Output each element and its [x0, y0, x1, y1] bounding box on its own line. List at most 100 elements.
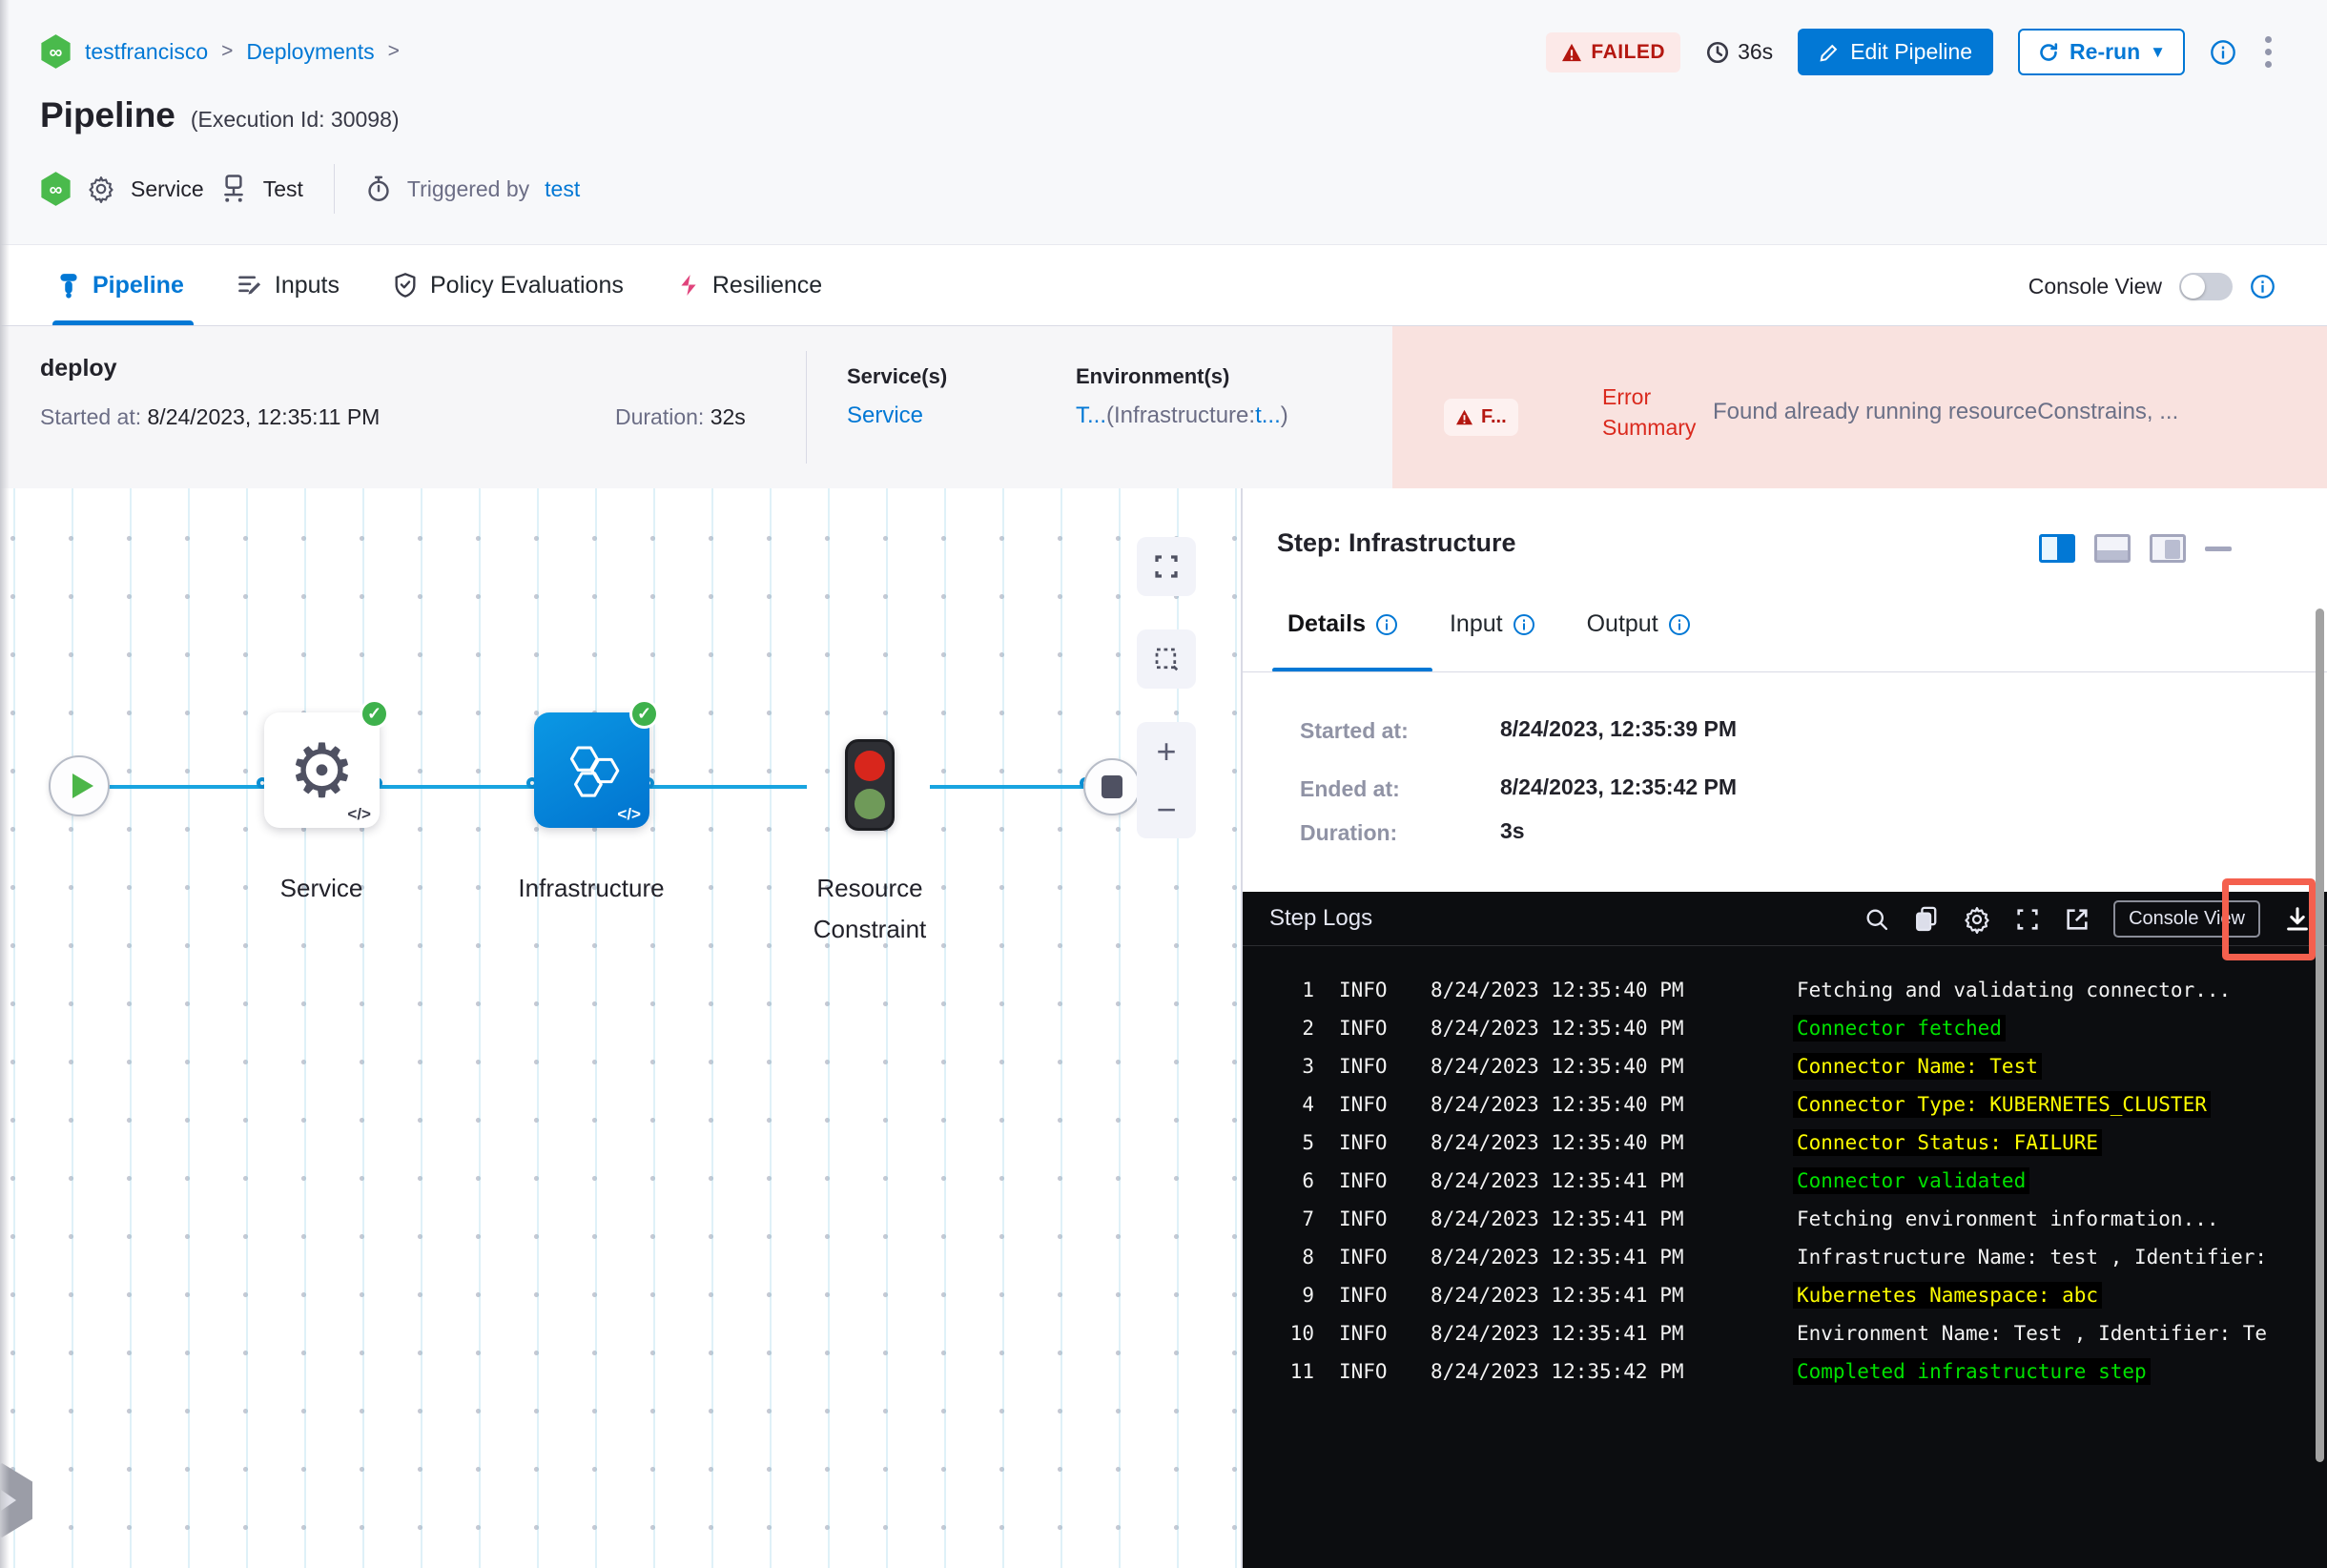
gear-icon [89, 176, 113, 203]
log-timestamp: 8/24/2023 12:35:41 PM [1431, 1169, 1684, 1192]
tab-output[interactable]: Output [1587, 610, 1691, 638]
canvas-fullscreen-button[interactable] [1137, 537, 1196, 596]
infrastructure-icon [569, 745, 619, 797]
log-message: Environment Name: Test , Identifier: Te [1797, 1322, 2268, 1345]
service-name[interactable]: Service [131, 176, 204, 202]
log-fullscreen-button[interactable] [2014, 906, 2041, 933]
step-logs-title: Step Logs [1269, 905, 1373, 931]
pencil-icon [1820, 44, 1838, 62]
layout-bottom-split-button[interactable] [2094, 534, 2131, 563]
layout-floating-button[interactable] [2150, 534, 2186, 563]
divider [333, 164, 335, 214]
pipeline-canvas[interactable]: ⚙ ✓ </> ✓ </> Service Infrastructure Res… [0, 488, 1242, 1568]
log-message: Infrastructure Name: test , Identifier: [1797, 1246, 2268, 1269]
service-link[interactable]: Service [847, 402, 923, 428]
tab-inputs[interactable]: Inputs [237, 245, 340, 325]
log-level: INFO [1339, 1093, 1388, 1116]
log-line-number: 7 [1302, 1207, 1314, 1230]
log-line: 11 INFO 8/24/2023 12:35:42 PM Completed inf… [1243, 1352, 2327, 1391]
environment-value: T...(Infrastructure:t...) [1076, 402, 1288, 428]
node-infrastructure[interactable]: ✓ </> [534, 699, 659, 828]
log-line-number: 10 [1289, 1322, 1314, 1345]
tab-policy-evaluations[interactable]: Policy Evaluations [392, 245, 624, 325]
execution-tabbar: Pipeline Inputs Policy Evaluations Resil… [0, 244, 2327, 326]
stage-summary-bar: F... Error Summary Found already running… [0, 326, 2327, 488]
log-line-number: 8 [1302, 1246, 1314, 1269]
breadcrumb-separator: > [387, 40, 400, 62]
elapsed-time: 36s [1705, 39, 1773, 65]
panel-scrollbar[interactable] [2316, 609, 2324, 1462]
breadcrumb-project[interactable]: testfrancisco [85, 39, 208, 65]
error-summary-text: Found already running resourceConstrains… [1713, 399, 2179, 424]
collapsed-sidenav-edge [0, 0, 10, 1568]
code-icon: </> [617, 805, 641, 823]
log-line: 9 INFO 8/24/2023 12:35:41 PM Kubernetes Nam… [1243, 1276, 2327, 1314]
log-line-number: 3 [1302, 1055, 1314, 1078]
log-timestamp: 8/24/2023 12:35:41 PM [1431, 1246, 1684, 1269]
canvas-select-button[interactable] [1137, 629, 1196, 689]
console-view-toggle[interactable] [2179, 272, 2233, 300]
info-icon[interactable] [2250, 274, 2276, 299]
environment-name[interactable]: Test [263, 176, 303, 202]
log-console-view-button[interactable]: Console View [2113, 900, 2260, 938]
node-service[interactable]: ⚙ ✓ </> [264, 699, 389, 828]
log-level: INFO [1339, 1055, 1388, 1078]
layout-right-split-button[interactable] [2039, 534, 2075, 563]
rerun-button[interactable]: Re-run ▼ [2018, 29, 2185, 75]
log-line-number: 4 [1302, 1093, 1314, 1116]
edit-pipeline-button[interactable]: Edit Pipeline [1798, 29, 1994, 75]
clock-icon [1707, 41, 1729, 63]
edge-connector [95, 785, 267, 789]
refresh-icon [2040, 42, 2058, 61]
tab-details[interactable]: Details [1287, 610, 1398, 638]
environment-link[interactable]: T... [1076, 402, 1106, 428]
info-icon [1668, 613, 1690, 635]
log-line: 10 INFO 8/24/2023 12:35:41 PM Environment N… [1243, 1314, 2327, 1352]
triggered-by-user[interactable]: test [545, 176, 580, 202]
info-icon[interactable] [2210, 39, 2236, 66]
log-download-button[interactable] [2283, 905, 2312, 934]
log-open-new-tab-button[interactable] [2064, 906, 2090, 933]
tab-pipeline[interactable]: Pipeline [52, 245, 194, 325]
log-message: Connector Type: KUBERNETES_CLUSTER [1793, 1091, 2211, 1118]
step-logs-console: Step Logs Console View 1 INFO 8/24/2023 … [1243, 878, 2327, 1568]
breadcrumb-deployments[interactable]: Deployments [246, 39, 374, 65]
start-node[interactable] [49, 755, 110, 816]
log-line-number: 9 [1302, 1284, 1314, 1307]
infrastructure-link[interactable]: t... [1255, 402, 1281, 428]
success-check-icon: ✓ [629, 699, 659, 729]
node-resource-constraint[interactable] [845, 739, 895, 831]
log-lines[interactable]: 1 INFO 8/24/2023 12:35:40 PM Fetching and v… [1243, 946, 2327, 1568]
log-timestamp: 8/24/2023 12:35:40 PM [1431, 1055, 1684, 1078]
triggered-by-label: Triggered by [406, 175, 530, 201]
log-level: INFO [1339, 1360, 1388, 1383]
edge-connector [930, 785, 1090, 789]
more-options-menu[interactable] [2261, 32, 2276, 72]
stage-name[interactable]: deploy [40, 355, 117, 382]
info-icon [1375, 613, 1397, 635]
end-node[interactable] [1083, 758, 1141, 815]
harness-cd-icon: ∞ [40, 172, 72, 206]
error-summary-label: Error Summary [1602, 384, 1697, 441]
log-line: 1 INFO 8/24/2023 12:35:40 PM Fetching and v… [1243, 971, 2327, 1009]
log-line: 6 INFO 8/24/2023 12:35:41 PM Connector vali… [1243, 1162, 2327, 1200]
log-settings-button[interactable] [1963, 905, 1991, 934]
log-message: Completed infrastructure step [1793, 1358, 2151, 1385]
log-line: 4 INFO 8/24/2023 12:35:40 PM Connector Type… [1243, 1085, 2327, 1124]
started-at-value: 8/24/2023, 12:35:11 PM [147, 404, 381, 429]
zoom-out-button[interactable]: − [1156, 792, 1176, 827]
code-icon: </> [347, 805, 371, 823]
log-copy-button[interactable] [1913, 905, 1940, 934]
minimize-panel-button[interactable] [2205, 546, 2232, 551]
pipeline-meta: ∞ Service Test Triggered by test [40, 164, 580, 214]
started-at-label: Started at: [40, 404, 142, 429]
zoom-in-button[interactable]: + [1156, 733, 1176, 769]
tab-resilience[interactable]: Resilience [676, 245, 822, 325]
search-icon [1866, 909, 1888, 930]
traffic-light-green [855, 789, 885, 819]
log-line: 2 INFO 8/24/2023 12:35:40 PM Connector fetc… [1243, 1009, 2327, 1047]
log-search-button[interactable] [1864, 906, 1890, 933]
tab-input[interactable]: Input [1450, 610, 1535, 638]
info-icon [1513, 613, 1534, 635]
log-level: INFO [1339, 1131, 1388, 1154]
